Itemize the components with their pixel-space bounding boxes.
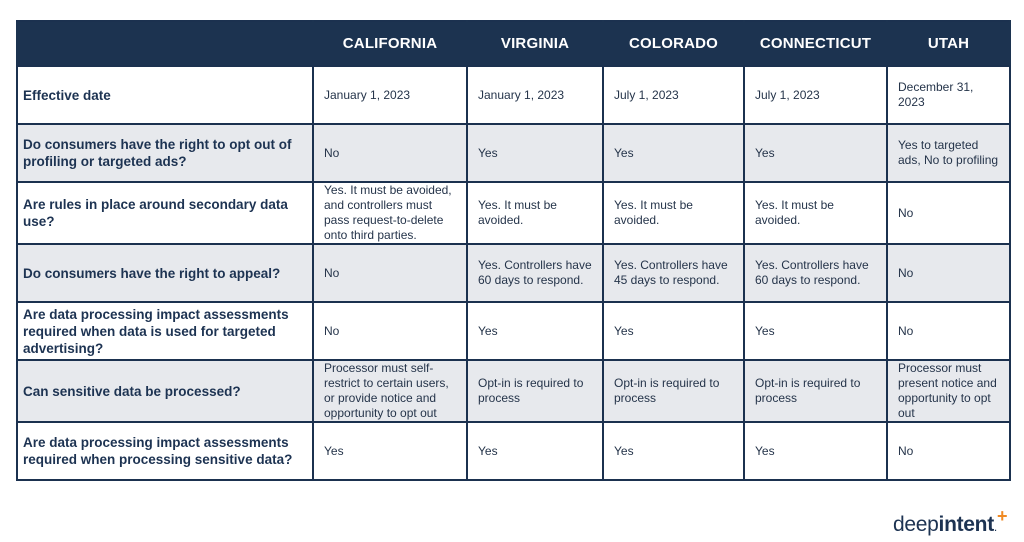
cell-connecticut: Yes bbox=[743, 123, 888, 183]
cell-utah: December 31, 2023 bbox=[886, 65, 1011, 125]
cell-connecticut: Yes bbox=[743, 421, 888, 481]
cell-virginia: Yes. Controllers have 60 days to respond… bbox=[466, 243, 604, 303]
header-california: CALIFORNIA bbox=[312, 20, 468, 67]
cell-colorado: Yes. Controllers have 45 days to respond… bbox=[602, 243, 745, 303]
cell-utah: Yes to targeted ads, No to profiling bbox=[886, 123, 1011, 183]
cell-colorado: Opt-in is required to process bbox=[602, 359, 745, 423]
logo-text-intent: intent bbox=[938, 513, 995, 536]
cell-california: Yes. It must be avoided, and controllers… bbox=[312, 181, 468, 245]
cell-connecticut: Yes. It must be avoided. bbox=[743, 181, 888, 245]
table-row: Do consumers have the right to appeal? N… bbox=[16, 243, 1011, 303]
table-row: Effective date January 1, 2023 January 1… bbox=[16, 65, 1011, 125]
row-question: Can sensitive data be processed? bbox=[16, 359, 314, 423]
cell-colorado: Yes bbox=[602, 123, 745, 183]
cell-colorado: Yes bbox=[602, 301, 745, 361]
header-virginia: VIRGINIA bbox=[466, 20, 604, 67]
cell-virginia: Yes. It must be avoided. bbox=[466, 181, 604, 245]
table-row: Can sensitive data be processed? Process… bbox=[16, 359, 1011, 423]
cell-colorado: Yes bbox=[602, 421, 745, 481]
cell-virginia: Yes bbox=[466, 123, 604, 183]
cell-utah: No bbox=[886, 243, 1011, 303]
table-row: Are data processing impact assessments r… bbox=[16, 301, 1011, 361]
cell-virginia: January 1, 2023 bbox=[466, 65, 604, 125]
cell-utah: No bbox=[886, 421, 1011, 481]
row-question: Are data processing impact assessments r… bbox=[16, 421, 314, 481]
header-utah: UTAH bbox=[886, 20, 1011, 67]
cell-utah: No bbox=[886, 301, 1011, 361]
cell-utah: No bbox=[886, 181, 1011, 245]
header-connecticut: CONNECTICUT bbox=[743, 20, 888, 67]
cell-california: No bbox=[312, 301, 468, 361]
cell-connecticut: July 1, 2023 bbox=[743, 65, 888, 125]
cell-connecticut: Yes bbox=[743, 301, 888, 361]
cell-colorado: July 1, 2023 bbox=[602, 65, 745, 125]
cell-california: January 1, 2023 bbox=[312, 65, 468, 125]
cell-california: No bbox=[312, 243, 468, 303]
table-row: Do consumers have the right to opt out o… bbox=[16, 123, 1011, 183]
plus-icon: + bbox=[996, 506, 1008, 526]
table-row: Are data processing impact assessments r… bbox=[16, 421, 1011, 481]
header-colorado: COLORADO bbox=[602, 20, 745, 67]
row-question: Effective date bbox=[16, 65, 314, 125]
cell-connecticut: Opt-in is required to process bbox=[743, 359, 888, 423]
row-question: Are rules in place around secondary data… bbox=[16, 181, 314, 245]
cell-california: No bbox=[312, 123, 468, 183]
cell-colorado: Yes. It must be avoided. bbox=[602, 181, 745, 245]
cell-california: Processor must self-restrict to certain … bbox=[312, 359, 468, 423]
deepintent-logo: deepintent.+ bbox=[893, 506, 1007, 537]
header-empty bbox=[16, 20, 314, 67]
header-row: CALIFORNIA VIRGINIA COLORADO CONNECTICUT… bbox=[16, 20, 1011, 67]
cell-utah: Processor must present notice and opport… bbox=[886, 359, 1011, 423]
cell-virginia: Yes bbox=[466, 301, 604, 361]
cell-virginia: Opt-in is required to process bbox=[466, 359, 604, 423]
table-row: Are rules in place around secondary data… bbox=[16, 181, 1011, 245]
row-question: Do consumers have the right to opt out o… bbox=[16, 123, 314, 183]
logo-text-deep: deep bbox=[893, 513, 939, 536]
row-question: Are data processing impact assessments r… bbox=[16, 301, 314, 361]
cell-connecticut: Yes. Controllers have 60 days to respond… bbox=[743, 243, 888, 303]
cell-virginia: Yes bbox=[466, 421, 604, 481]
state-privacy-comparison-table: CALIFORNIA VIRGINIA COLORADO CONNECTICUT… bbox=[16, 20, 1011, 481]
row-question: Do consumers have the right to appeal? bbox=[16, 243, 314, 303]
cell-california: Yes bbox=[312, 421, 468, 481]
